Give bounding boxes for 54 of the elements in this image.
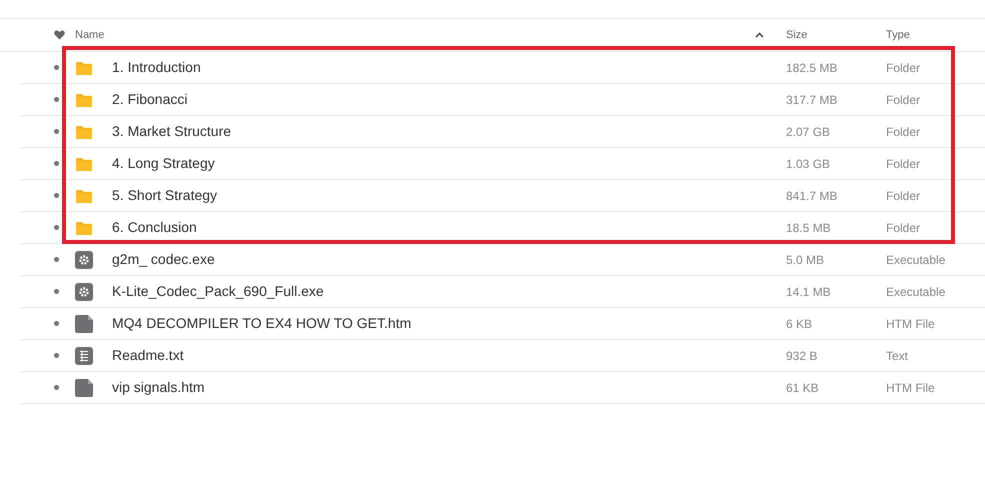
file-name[interactable]: 3. Market Structure — [112, 122, 232, 138]
bullet-icon — [54, 193, 59, 198]
bullet-icon — [54, 161, 59, 166]
bullet-icon — [54, 225, 59, 230]
file-size: 182.5 MB — [786, 60, 838, 74]
file-size: 932 B — [786, 348, 818, 362]
bullet-icon — [54, 65, 59, 70]
file-name[interactable]: 6. Conclusion — [112, 218, 197, 234]
bullet-icon — [54, 257, 59, 262]
column-header[interactable]: Name — [75, 26, 104, 44]
file-type: Text — [886, 348, 908, 362]
file-size: 317.7 MB — [786, 92, 838, 106]
text-file-icon — [75, 346, 93, 364]
heart-icon[interactable] — [54, 30, 65, 40]
file-type: HTM File — [886, 380, 935, 394]
sort-caret-icon[interactable] — [755, 32, 764, 38]
gear-icon — [75, 250, 93, 268]
file-icon — [75, 378, 93, 396]
file-name[interactable]: 5. Short Strategy — [112, 186, 218, 202]
file-type: Folder — [886, 220, 920, 234]
column-header[interactable]: Size — [786, 26, 808, 44]
file-type: Folder — [886, 188, 920, 202]
file-name[interactable]: g2m_ codec.exe — [112, 250, 215, 266]
file-type: Folder — [886, 156, 920, 170]
file-type: Executable — [886, 252, 946, 266]
file-name[interactable]: 2. Fibonacci — [112, 90, 188, 106]
file-name[interactable]: 1. Introduction — [112, 58, 201, 74]
file-size: 14.1 MB — [786, 284, 831, 298]
file-name[interactable]: Readme.txt — [112, 346, 184, 362]
file-type: Executable — [886, 284, 946, 298]
bullet-icon — [54, 353, 59, 358]
file-size: 1.03 GB — [786, 156, 830, 170]
file-name[interactable]: K-Lite_Codec_Pack_690_Full.exe — [112, 282, 324, 298]
bullet-icon — [54, 385, 59, 390]
file-size: 61 KB — [786, 380, 819, 394]
bullet-icon — [54, 97, 59, 102]
file-type: HTM File — [886, 316, 935, 330]
file-size: 5.0 MB — [786, 252, 824, 266]
file-type: Folder — [886, 60, 920, 74]
file-name[interactable]: MQ4 DECOMPILER TO EX4 HOW TO GET.htm — [112, 314, 412, 330]
file-size: 841.7 MB — [786, 188, 838, 202]
gear-icon — [75, 282, 93, 300]
bullet-icon — [54, 321, 59, 326]
bullet-icon — [54, 289, 59, 294]
file-icon — [75, 314, 93, 332]
file-name[interactable]: 4. Long Strategy — [112, 154, 215, 170]
bullet-icon — [54, 129, 59, 134]
file-size: 6 KB — [786, 316, 812, 330]
column-header[interactable]: Type — [886, 26, 910, 44]
file-type: Folder — [886, 92, 920, 106]
file-name[interactable]: vip signals.htm — [112, 378, 205, 394]
file-size: 18.5 MB — [786, 220, 831, 234]
file-size: 2.07 GB — [786, 124, 830, 138]
file-type: Folder — [886, 124, 920, 138]
